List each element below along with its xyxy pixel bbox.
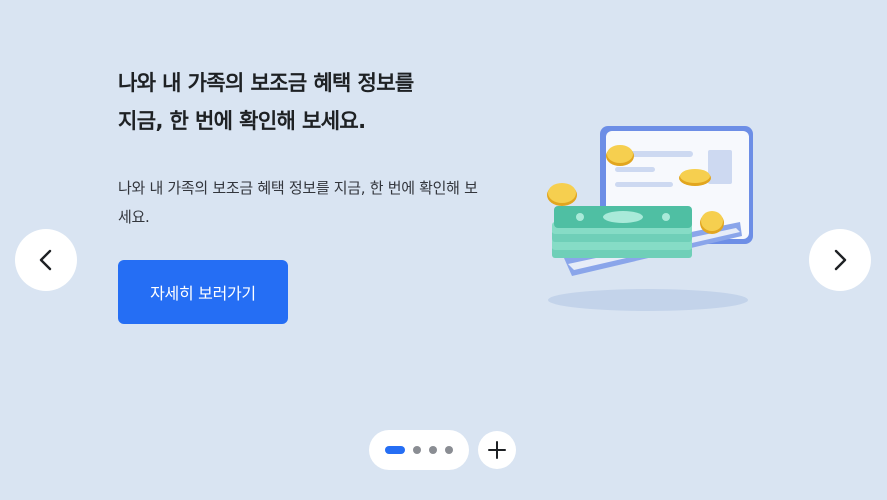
illustration-shadow (548, 289, 748, 311)
view-details-button[interactable]: 자세히 보러가기 (118, 260, 288, 324)
next-slide-button[interactable] (809, 229, 871, 291)
laptop-money-illustration (547, 126, 753, 311)
prev-slide-button[interactable] (15, 229, 77, 291)
slide-title-line-2: 지금, 한 번에 확인해 보세요. (118, 109, 366, 133)
slide-title-line-1: 나와 내 가족의 보조금 혜택 정보를 (118, 71, 414, 95)
slide-description: 나와 내 가족의 보조금 혜택 정보를 지금, 한 번에 확인해 보세요. (118, 179, 478, 226)
slide-title: 나와 내 가족의 보조금 혜택 정보를 지금, 한 번에 확인해 보세요. (118, 64, 518, 140)
plus-icon (488, 441, 506, 459)
slide-pagination (369, 430, 469, 470)
main-banner: 나와 내 가족의 보조금 혜택 정보를 지금, 한 번에 확인해 보세요. 나와… (0, 0, 887, 500)
pagination-dot-2[interactable] (413, 446, 421, 454)
pagination-dot-3[interactable] (429, 446, 437, 454)
add-button[interactable] (478, 431, 516, 469)
slide-text: 나와 내 가족의 보조금 혜택 정보를 지금, 한 번에 확인해 보세요. 나와… (118, 64, 518, 232)
pagination-dot-1[interactable] (385, 446, 405, 454)
money-stack (552, 206, 692, 258)
pagination-dot-4[interactable] (445, 446, 453, 454)
chevron-left-icon (39, 249, 52, 271)
chevron-right-icon (834, 249, 847, 271)
